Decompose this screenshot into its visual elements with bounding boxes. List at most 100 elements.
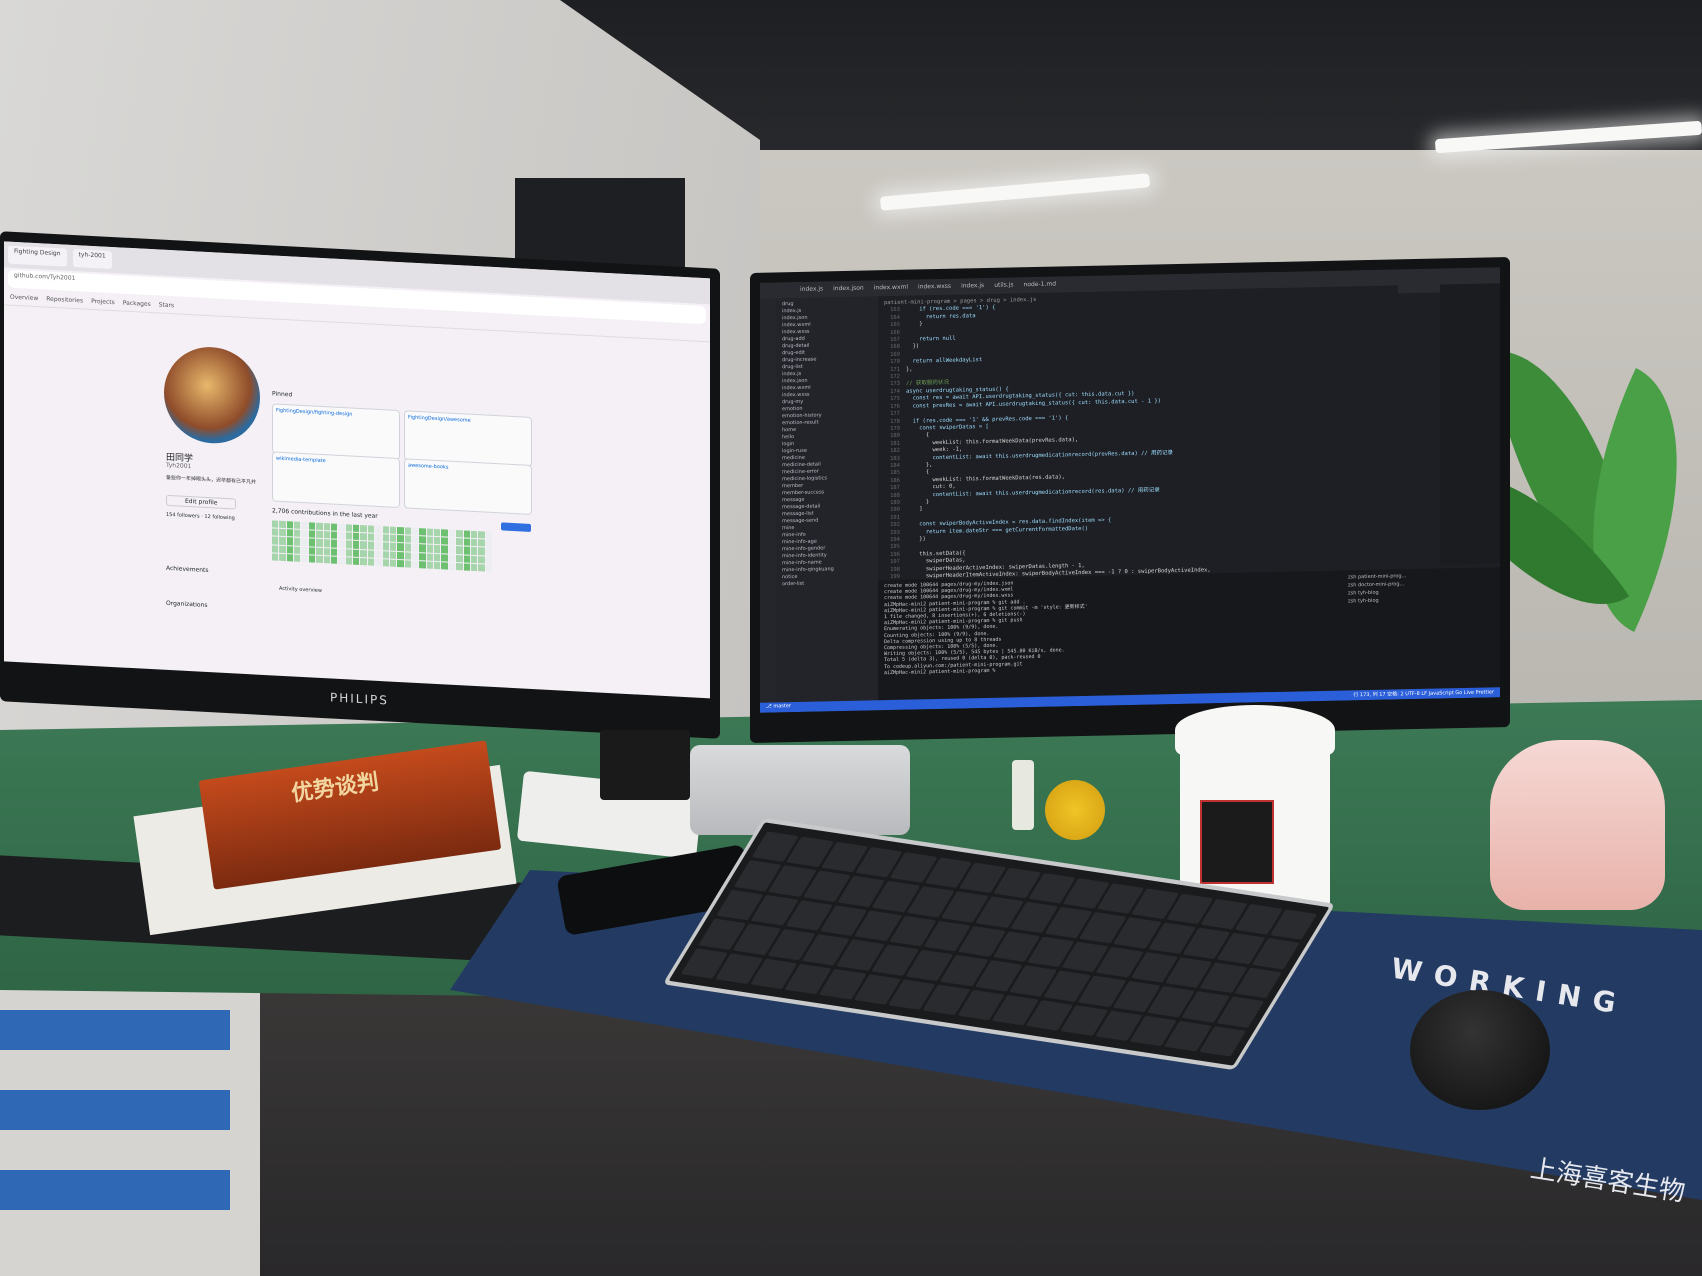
contribution-cell[interactable] bbox=[426, 553, 434, 561]
nav-stars[interactable]: Stars bbox=[159, 301, 174, 309]
contribution-cell[interactable] bbox=[448, 554, 456, 562]
contribution-cell[interactable] bbox=[397, 551, 404, 560]
contribution-cell[interactable] bbox=[272, 528, 279, 537]
contribution-cell[interactable] bbox=[389, 551, 397, 559]
contribution-cell[interactable] bbox=[397, 535, 404, 543]
contribution-cell[interactable] bbox=[294, 521, 301, 530]
contribution-cell[interactable] bbox=[434, 561, 441, 570]
contribution-cell[interactable] bbox=[294, 554, 301, 562]
contribution-cell[interactable] bbox=[382, 542, 389, 551]
contribution-cell[interactable] bbox=[330, 548, 338, 556]
pinned-repo-name[interactable]: FightingDesign/fighting-design bbox=[276, 408, 352, 418]
contribution-cell[interactable] bbox=[338, 556, 345, 565]
activity-bar[interactable] bbox=[760, 298, 776, 713]
contribution-cell[interactable] bbox=[419, 560, 426, 569]
contribution-cell[interactable] bbox=[279, 537, 286, 545]
contribution-cell[interactable] bbox=[345, 557, 353, 565]
contribution-cell[interactable] bbox=[323, 523, 330, 531]
contribution-cell[interactable] bbox=[419, 536, 426, 544]
contribution-cell[interactable] bbox=[316, 539, 323, 547]
terminal[interactable]: create mode 100644 pages/drug-my/index.j… bbox=[878, 570, 1350, 707]
contribution-cell[interactable] bbox=[330, 539, 338, 548]
contribution-cell[interactable] bbox=[360, 525, 367, 533]
contribution-cell[interactable] bbox=[470, 547, 478, 555]
contribution-cell[interactable] bbox=[411, 535, 419, 544]
contribution-cell[interactable] bbox=[382, 534, 389, 542]
contribution-cell[interactable] bbox=[382, 550, 389, 559]
contribution-cell[interactable] bbox=[323, 531, 330, 539]
contribution-cell[interactable] bbox=[345, 540, 353, 549]
contribution-cell[interactable] bbox=[360, 541, 367, 549]
contribution-cell[interactable] bbox=[360, 557, 367, 566]
contribution-cell[interactable] bbox=[375, 533, 382, 542]
contribution-cell[interactable] bbox=[485, 547, 492, 556]
contribution-cell[interactable] bbox=[323, 539, 330, 548]
contribution-cell[interactable] bbox=[316, 547, 323, 555]
contribution-cell[interactable] bbox=[463, 530, 470, 538]
pinned-card[interactable]: wikimedia-template bbox=[272, 451, 400, 509]
contribution-cell[interactable] bbox=[426, 544, 434, 553]
contribution-cell[interactable] bbox=[463, 546, 470, 555]
contribution-cell[interactable] bbox=[456, 562, 463, 571]
contribution-cell[interactable] bbox=[353, 524, 360, 533]
contribution-cell[interactable] bbox=[345, 524, 353, 532]
explorer-item[interactable]: order-list bbox=[782, 579, 882, 588]
contribution-cell[interactable] bbox=[345, 532, 353, 540]
contribution-cell[interactable] bbox=[308, 538, 316, 547]
contribution-cell[interactable] bbox=[308, 555, 316, 563]
pinned-repo-name[interactable]: wikimedia-template bbox=[276, 456, 326, 465]
contribution-cell[interactable] bbox=[456, 554, 463, 563]
edit-profile-button[interactable]: Edit profile bbox=[166, 494, 237, 510]
contribution-cell[interactable] bbox=[286, 521, 294, 529]
contribution-cell[interactable] bbox=[397, 526, 404, 535]
contribution-cell[interactable] bbox=[301, 554, 308, 563]
contribution-cell[interactable] bbox=[404, 560, 411, 568]
contribution-cell[interactable] bbox=[272, 553, 279, 561]
contribution-cell[interactable] bbox=[294, 529, 301, 538]
contribution-cell[interactable] bbox=[323, 547, 330, 556]
nav-repositories[interactable]: Repositories bbox=[46, 296, 83, 305]
contribution-cell[interactable] bbox=[301, 521, 308, 530]
contribution-cell[interactable] bbox=[367, 525, 375, 533]
contribution-cell[interactable] bbox=[272, 536, 279, 545]
nav-overview[interactable]: Overview bbox=[10, 294, 38, 302]
contribution-cell[interactable] bbox=[353, 532, 360, 541]
terminal-list[interactable]: zsh patient-mini-prog... zsh doctor-mini-… bbox=[1345, 567, 1500, 697]
contribution-cell[interactable] bbox=[375, 525, 382, 534]
contribution-cell[interactable] bbox=[353, 557, 360, 565]
git-branch[interactable]: ⎇ master bbox=[766, 703, 791, 710]
contribution-cell[interactable] bbox=[330, 531, 338, 540]
contribution-cell[interactable] bbox=[272, 544, 279, 553]
contribution-cell[interactable] bbox=[279, 520, 286, 529]
contribution-cell[interactable] bbox=[448, 537, 456, 546]
contribution-cell[interactable] bbox=[338, 523, 345, 532]
contribution-cell[interactable] bbox=[470, 555, 478, 563]
contribution-cell[interactable] bbox=[485, 539, 492, 548]
contribution-cell[interactable] bbox=[367, 541, 375, 550]
contribution-cell[interactable] bbox=[426, 528, 434, 537]
contribution-cell[interactable] bbox=[478, 539, 485, 547]
contribution-cell[interactable] bbox=[272, 520, 279, 528]
contribution-cell[interactable] bbox=[316, 555, 323, 564]
contribution-cell[interactable] bbox=[279, 553, 286, 562]
contribution-cell[interactable] bbox=[448, 546, 456, 554]
contribution-cell[interactable] bbox=[389, 559, 397, 567]
contribution-cell[interactable] bbox=[330, 523, 338, 531]
contribution-cell[interactable] bbox=[338, 548, 345, 556]
contribution-cell[interactable] bbox=[478, 547, 485, 556]
contribution-cell[interactable] bbox=[308, 522, 316, 530]
contribution-cell[interactable] bbox=[470, 538, 478, 547]
contribution-cell[interactable] bbox=[345, 548, 353, 557]
contribution-cell[interactable] bbox=[485, 556, 492, 564]
contribution-cell[interactable] bbox=[375, 550, 382, 558]
contribution-cell[interactable] bbox=[441, 562, 448, 570]
contribution-cell[interactable] bbox=[353, 541, 360, 549]
contribution-cell[interactable] bbox=[478, 563, 485, 572]
contribution-cell[interactable] bbox=[382, 526, 389, 534]
contribution-cell[interactable] bbox=[286, 553, 294, 562]
contribution-cell[interactable] bbox=[389, 542, 397, 551]
contribution-cell[interactable] bbox=[367, 558, 375, 566]
contribution-cell[interactable] bbox=[434, 545, 441, 553]
contribution-cell[interactable] bbox=[375, 542, 382, 550]
contribution-cell[interactable] bbox=[301, 530, 308, 538]
